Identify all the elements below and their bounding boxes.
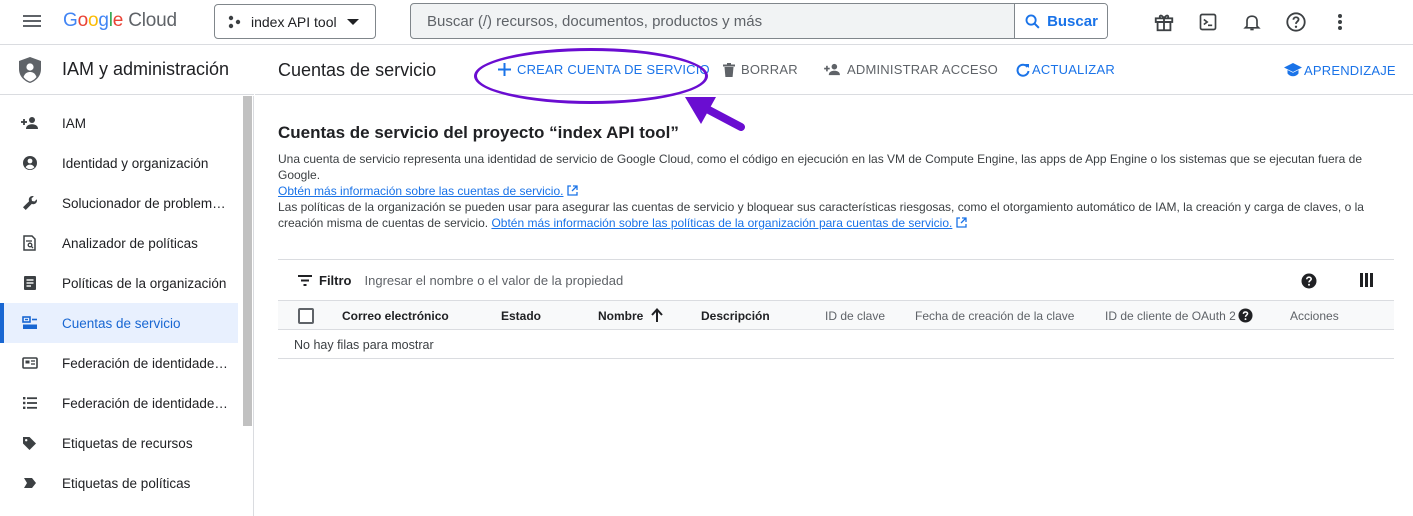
sidebar-item-resource-tags[interactable]: Etiquetas de recursos bbox=[0, 423, 238, 463]
column-email[interactable]: Correo electrónico bbox=[342, 309, 449, 323]
top-bar: Google Cloud index API tool Buscar bbox=[0, 0, 1413, 45]
search-icon bbox=[1025, 14, 1040, 29]
google-cloud-logo[interactable]: Google Cloud bbox=[63, 10, 177, 32]
column-status[interactable]: Estado bbox=[501, 309, 541, 323]
person-add-icon bbox=[0, 116, 62, 130]
project-picker[interactable]: index API tool bbox=[214, 4, 376, 39]
sidebar-item-workforce-identity-federation[interactable]: Federación de identidade… bbox=[0, 383, 238, 423]
sidebar-item-label: Federación de identidade… bbox=[62, 395, 228, 411]
more-vert-icon[interactable] bbox=[1328, 10, 1352, 34]
column-key-created: Fecha de creación de la clave bbox=[915, 309, 1075, 323]
refresh-icon bbox=[1016, 63, 1030, 77]
label-icon bbox=[0, 477, 62, 489]
sidebar-item-label: Solucionador de problem… bbox=[62, 195, 226, 211]
manage-access-button[interactable]: ADMINISTRAR ACCESO bbox=[824, 62, 998, 77]
sidebar-item-label: Analizador de políticas bbox=[62, 235, 198, 251]
chevron-down-icon bbox=[346, 18, 359, 25]
create-service-account-button[interactable]: CREAR CUENTA DE SERVICIO bbox=[498, 62, 710, 77]
sidebar-item-org-policies[interactable]: Políticas de la organización bbox=[0, 263, 238, 303]
sidebar-item-label: Identidad y organización bbox=[62, 155, 209, 171]
refresh-button[interactable]: ACTUALIZAR bbox=[1016, 62, 1115, 77]
sidebar-item-label: Etiquetas de recursos bbox=[62, 435, 193, 451]
sidebar-nav: IAM Identidad y organización Solucionado… bbox=[0, 96, 254, 516]
search-input[interactable] bbox=[411, 4, 1014, 38]
external-link-icon bbox=[567, 185, 579, 196]
learn-more-org-policies-link[interactable]: Obtén más información sobre las política… bbox=[491, 216, 952, 230]
sidebar-item-service-accounts[interactable]: Cuentas de servicio bbox=[0, 303, 238, 343]
empty-table-message: No hay filas para mostrar bbox=[278, 331, 1394, 359]
column-actions: Acciones bbox=[1290, 309, 1339, 323]
delete-button[interactable]: BORRAR bbox=[723, 62, 798, 77]
help-icon[interactable] bbox=[1284, 10, 1308, 34]
sidebar-item-iam[interactable]: IAM bbox=[0, 103, 238, 143]
filter-button[interactable]: Filtro bbox=[298, 273, 352, 288]
wrench-icon bbox=[0, 195, 62, 211]
product-header: IAM y administración bbox=[0, 45, 254, 95]
product-title: IAM y administración bbox=[62, 59, 230, 79]
help-icon[interactable] bbox=[1238, 308, 1253, 323]
arrow-up-icon[interactable] bbox=[651, 308, 663, 322]
gift-icon[interactable] bbox=[1152, 10, 1176, 34]
bell-icon[interactable] bbox=[1240, 10, 1264, 34]
tag-icon bbox=[0, 436, 62, 451]
learn-more-service-accounts-link[interactable]: Obtén más información sobre las cuentas … bbox=[278, 184, 563, 198]
service-account-icon bbox=[0, 316, 62, 330]
column-name[interactable]: Nombre bbox=[598, 309, 643, 323]
annotation-arrow-icon bbox=[685, 97, 745, 131]
sidebar-item-policy-tags[interactable]: Etiquetas de políticas bbox=[0, 463, 238, 503]
service-account-description: Una cuenta de servicio representa una id… bbox=[278, 152, 1363, 198]
sidebar-item-troubleshooter[interactable]: Solucionador de problem… bbox=[0, 183, 238, 223]
sidebar-item-workload-identity-federation[interactable]: Federación de identidade… bbox=[0, 343, 238, 383]
cloud-shell-icon[interactable] bbox=[1196, 10, 1220, 34]
sidebar-item-label: IAM bbox=[62, 115, 87, 131]
main-menu-button[interactable] bbox=[20, 12, 44, 32]
external-link-icon bbox=[956, 217, 968, 228]
document-search-icon bbox=[0, 235, 62, 251]
list-document-icon bbox=[0, 275, 62, 291]
search-bar: Buscar bbox=[410, 3, 1108, 39]
sidebar-item-label: Federación de identidade… bbox=[62, 355, 228, 371]
project-dots-icon bbox=[228, 15, 241, 28]
column-description[interactable]: Descripción bbox=[701, 309, 770, 323]
project-name: index API tool bbox=[251, 13, 337, 30]
select-all-checkbox[interactable] bbox=[298, 308, 314, 324]
sidebar-item-policy-analyzer[interactable]: Analizador de políticas bbox=[0, 223, 238, 263]
list-icon bbox=[0, 396, 62, 410]
org-policy-description: Las políticas de la organización se pued… bbox=[278, 200, 1364, 230]
id-card-icon bbox=[0, 357, 62, 369]
sidebar-item-label: Cuentas de servicio bbox=[62, 315, 181, 331]
sidebar-item-label: Políticas de la organización bbox=[62, 275, 227, 291]
section-heading: Cuentas de servicio del proyecto “index … bbox=[278, 123, 679, 142]
account-circle-icon bbox=[0, 155, 62, 171]
page-header: Cuentas de servicio CREAR CUENTA DE SERV… bbox=[255, 45, 1413, 131]
help-icon[interactable] bbox=[1301, 273, 1317, 289]
sidebar-scrollbar[interactable] bbox=[243, 96, 252, 426]
filter-icon bbox=[298, 275, 312, 286]
column-display-icon[interactable] bbox=[1360, 273, 1373, 287]
column-oauth-client-id: ID de cliente de OAuth 2 bbox=[1105, 309, 1236, 323]
plus-icon bbox=[498, 63, 511, 76]
person-add-icon bbox=[824, 63, 840, 76]
filter-input[interactable] bbox=[364, 273, 965, 288]
column-key-id: ID de clave bbox=[825, 309, 886, 323]
graduation-cap-icon bbox=[1284, 63, 1302, 77]
search-button[interactable]: Buscar bbox=[1014, 4, 1107, 38]
sidebar-item-identity-organization[interactable]: Identidad y organización bbox=[0, 143, 238, 183]
learn-button[interactable]: APRENDIZAJE bbox=[1283, 62, 1396, 78]
trash-icon bbox=[723, 62, 735, 77]
page-title: Cuentas de servicio bbox=[278, 60, 437, 80]
sidebar-item-label: Etiquetas de políticas bbox=[62, 475, 191, 491]
shield-icon bbox=[19, 56, 41, 83]
filter-bar: Filtro bbox=[278, 259, 1394, 301]
table-header: Correo electrónico Estado Nombre Descrip… bbox=[278, 300, 1394, 330]
